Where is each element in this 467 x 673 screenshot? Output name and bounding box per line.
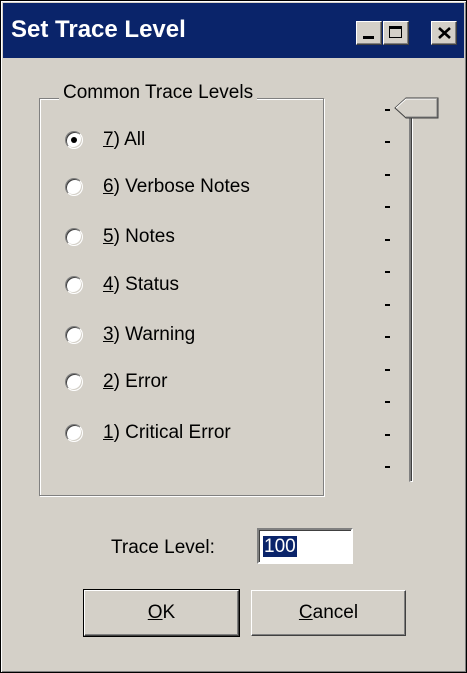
slider-tick bbox=[385, 109, 390, 111]
close-icon bbox=[438, 27, 451, 39]
maximize-button[interactable] bbox=[383, 21, 409, 45]
radio-level-1-critical-error[interactable]: 1) Critical Error bbox=[65, 419, 231, 447]
minimize-icon bbox=[363, 36, 374, 39]
trace-level-input[interactable]: 100 bbox=[257, 528, 353, 564]
radio-checked-icon[interactable] bbox=[65, 131, 83, 149]
group-label: Common Trace Levels bbox=[59, 82, 258, 104]
radio-label: 2) Error bbox=[103, 371, 168, 392]
radio-level-6-verbose-notes[interactable]: 6) Verbose Notes bbox=[65, 173, 250, 201]
ok-button-label: OK bbox=[147, 602, 176, 623]
radio-label: 1) Critical Error bbox=[103, 422, 231, 443]
trace-level-value: 100 bbox=[263, 536, 297, 557]
radio-unchecked-icon[interactable] bbox=[65, 424, 83, 442]
cancel-button-label: Cancel bbox=[298, 602, 359, 623]
radio-level-3-warning[interactable]: 3) Warning bbox=[65, 321, 195, 349]
radio-label: 6) Verbose Notes bbox=[103, 176, 250, 197]
ok-button[interactable]: OK bbox=[83, 589, 240, 637]
radio-level-2-error[interactable]: 2) Error bbox=[65, 368, 167, 396]
maximize-icon bbox=[389, 26, 402, 38]
window-title: Set Trace Level bbox=[11, 16, 186, 43]
slider-tick bbox=[385, 238, 390, 241]
radio-unchecked-icon[interactable] bbox=[65, 276, 83, 294]
radio-label: 4) Status bbox=[103, 274, 180, 295]
slider-tick bbox=[385, 303, 390, 306]
slider-tick bbox=[385, 173, 390, 176]
trace-level-label: Trace Level: bbox=[111, 537, 215, 558]
trace-level-slider[interactable] bbox=[409, 114, 413, 482]
radio-label: 5) Notes bbox=[103, 226, 175, 247]
radio-unchecked-icon[interactable] bbox=[65, 228, 83, 246]
radio-level-7-all[interactable]: 7) All bbox=[65, 126, 145, 154]
slider-tick bbox=[385, 401, 390, 404]
radio-unchecked-icon[interactable] bbox=[65, 373, 83, 391]
radio-level-4-status[interactable]: 4) Status bbox=[65, 271, 179, 299]
radio-label: 7) All bbox=[103, 129, 146, 150]
radio-unchecked-icon[interactable] bbox=[65, 326, 83, 344]
slider-thumb-icon[interactable] bbox=[394, 97, 439, 119]
slider-tick bbox=[385, 336, 390, 339]
radio-level-5-notes[interactable]: 5) Notes bbox=[65, 223, 175, 251]
slider-tick bbox=[385, 141, 390, 144]
slider-tick bbox=[385, 466, 390, 468]
minimize-button[interactable] bbox=[356, 21, 382, 45]
dialog-window: Set Trace Level Common Trace Levels 7) A… bbox=[0, 0, 467, 673]
slider-tick bbox=[385, 206, 390, 209]
close-button[interactable] bbox=[431, 21, 457, 45]
radio-unchecked-icon[interactable] bbox=[65, 178, 83, 196]
radio-label: 3) Warning bbox=[103, 324, 196, 345]
cancel-button[interactable]: Cancel bbox=[251, 590, 406, 636]
slider-tick bbox=[385, 271, 390, 274]
slider-tick bbox=[385, 433, 390, 436]
slider-tick bbox=[385, 368, 390, 371]
title-bar[interactable]: Set Trace Level bbox=[3, 3, 464, 58]
